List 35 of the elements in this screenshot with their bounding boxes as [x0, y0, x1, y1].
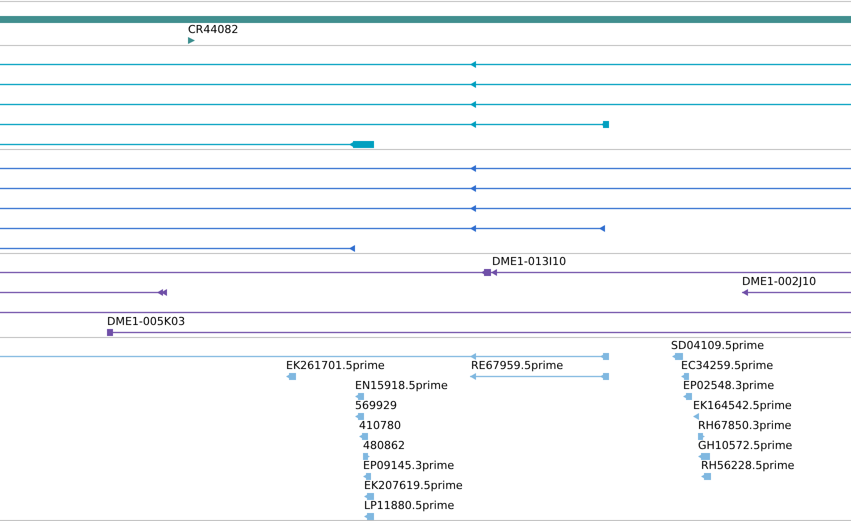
feature-label: EP09145.3prime	[363, 459, 454, 472]
feature-glyph[interactable]	[0, 185, 851, 192]
feature-glyph[interactable]	[0, 165, 851, 172]
feature-glyph[interactable]	[107, 329, 851, 336]
feature-label: EK207619.5prime	[364, 479, 463, 492]
feature-label: 569929	[355, 399, 397, 412]
feature-label: RH56228.5prime	[701, 459, 794, 472]
feature-label: DME1-002J10	[742, 275, 816, 288]
feature-glyph[interactable]	[742, 289, 851, 296]
feature-label: DME1-013I10	[492, 255, 566, 268]
feature-glyph[interactable]	[0, 205, 851, 212]
feature-label: EK261701.5prime	[286, 359, 385, 372]
feature-label: RE67959.5prime	[471, 359, 564, 372]
feature-label: EP02548.3prime	[683, 379, 774, 392]
feature-glyph[interactable]	[0, 121, 609, 128]
feature-glyph[interactable]	[0, 245, 355, 252]
feature-glyph[interactable]	[0, 61, 851, 68]
feature-label: CR44082	[188, 23, 238, 36]
feature-label: 480862	[363, 439, 405, 452]
feature-label: EK164542.5prime	[693, 399, 792, 412]
feature-label: LP11880.5prime	[364, 499, 454, 512]
feature-glyph[interactable]	[0, 81, 851, 88]
feature-glyph[interactable]	[0, 269, 851, 276]
feature-glyph[interactable]	[0, 141, 374, 148]
feature-label: SD04109.5prime	[671, 339, 764, 352]
feature-label: EN15918.5prime	[355, 379, 448, 392]
feature-glyph[interactable]	[0, 289, 167, 296]
feature-label: GH10572.5prime	[698, 439, 792, 452]
feature-label: 410780	[359, 419, 401, 432]
feature-label: RH67850.3prime	[698, 419, 792, 432]
feature-glyph[interactable]	[0, 225, 605, 232]
feature-glyph[interactable]	[188, 37, 195, 44]
feature-label: EC34259.5prime	[681, 359, 774, 372]
feature-label: DME1-005K03	[107, 315, 186, 328]
feature-glyph[interactable]	[0, 101, 851, 108]
